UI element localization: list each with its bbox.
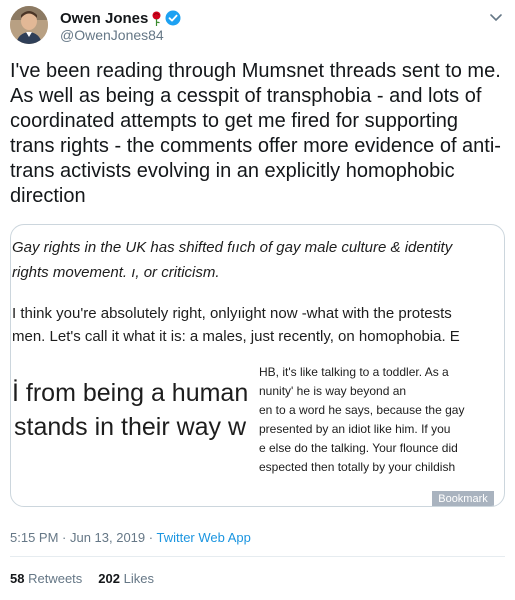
retweets-label: Retweets bbox=[28, 571, 83, 586]
tweet-stats: 58 Retweets 202 Likes bbox=[10, 571, 170, 586]
rose-icon bbox=[151, 11, 162, 26]
display-name[interactable]: Owen Jones bbox=[60, 10, 148, 27]
source-link[interactable]: Twitter Web App bbox=[156, 530, 250, 545]
avatar[interactable] bbox=[10, 6, 48, 44]
tweet-timestamp: 5:15 PM · Jun 13, 2019 · Twitter Web App bbox=[10, 530, 251, 545]
image-text-line: HB, it's like talking to a toddler. As a bbox=[259, 365, 449, 379]
tweet-card: Owen Jones @OwenJones84 I've been readin… bbox=[0, 0, 515, 600]
timestamp-text[interactable]: 5:15 PM · Jun 13, 2019 · bbox=[10, 530, 156, 545]
author-name-row: Owen Jones bbox=[60, 9, 181, 27]
image-text-line: stands in their way w bbox=[14, 413, 247, 441]
attached-screenshot-image[interactable]: Gay rights in the UK has shifted fııch o… bbox=[10, 224, 505, 507]
image-text-line: e else do the talking. Your flounce did bbox=[259, 441, 458, 455]
image-text-line: men. Let's call it what it is: a males, … bbox=[12, 328, 460, 345]
retweets-stat[interactable]: 58 Retweets bbox=[10, 571, 82, 586]
chevron-down-icon[interactable] bbox=[489, 10, 503, 22]
image-text-line: presented by an idiot like him. If you bbox=[259, 422, 451, 436]
image-text-line: nunity' he is way beyond an bbox=[259, 384, 407, 398]
image-text-line: İ from being a human bbox=[12, 379, 249, 407]
image-text-line: en to a word he says, because the gay bbox=[259, 403, 465, 417]
bookmark-label: Bookmark bbox=[432, 491, 494, 506]
likes-label: Likes bbox=[123, 571, 154, 586]
image-text-line: espected then totally by your childish bbox=[259, 460, 456, 474]
likes-count: 202 bbox=[98, 571, 120, 586]
likes-stat[interactable]: 202 Likes bbox=[98, 571, 154, 586]
retweets-count: 58 bbox=[10, 571, 25, 586]
divider bbox=[10, 556, 505, 557]
image-text-line: I think you're absolutely right, onlyıig… bbox=[12, 305, 452, 322]
verified-badge-icon bbox=[165, 10, 181, 26]
author-handle[interactable]: @OwenJones84 bbox=[60, 27, 164, 43]
image-text-line: rights movement. ı, or criticism. bbox=[12, 264, 220, 281]
image-text-line: Gay rights in the UK has shifted fııch o… bbox=[12, 239, 453, 256]
tweet-text: I've been reading through Mumsnet thread… bbox=[10, 60, 501, 207]
